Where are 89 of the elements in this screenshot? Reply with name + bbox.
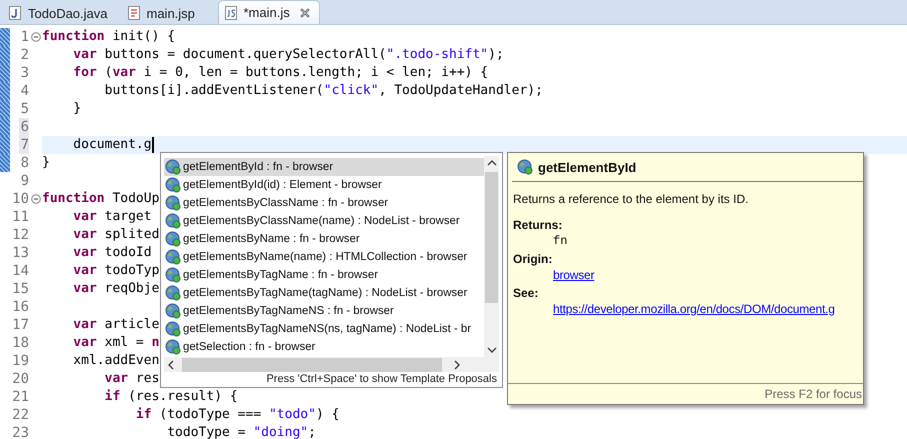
line-number: 18 [11,334,29,352]
link[interactable]: browser [553,268,594,282]
code-line: todoType = "doing"; [166,424,316,439]
type-text: fn [553,233,568,249]
completion-item[interactable]: getElementsByTagName : fn - browser [164,266,484,284]
file-icon [126,5,142,21]
description-text: Returns a reference to the element by its ID. [513,192,750,206]
globe-icon [165,303,181,319]
section-label: Origin: [513,252,554,267]
code-line: if (res.result) { [104,388,238,406]
editor-tab[interactable]: *main.js [218,0,320,24]
line-number: 14 [11,262,29,280]
code-line: if (todoType === "todo") { [134,406,340,424]
code-line: xml.addEven [72,352,160,370]
completion-item[interactable]: getElementsByName(name) : HTMLCollection - browser [164,248,484,266]
globe-icon [165,159,181,175]
hint-text: Press 'Ctrl+Space' to show Template Proposals [265,372,498,387]
collapse-icon[interactable] [30,32,40,42]
line-number: 6 [18,118,29,136]
line-number: 9 [20,172,29,190]
scrollbar-thumb[interactable] [485,172,498,303]
line-number: 12 [11,226,29,244]
line-number: 16 [11,298,29,316]
completion-item[interactable]: getElementsByTagNameNS(ns, tagName) : NodeList - br [164,320,484,338]
horizontal-scrollbar[interactable] [164,357,499,372]
line-number: 3 [20,64,29,82]
editor-tab[interactable]: TodoDao.java [3,2,116,24]
code-line: } [72,100,82,118]
line-number: 20 [11,370,29,388]
code-line: var target [72,208,152,226]
line-number: 11 [11,208,29,226]
java-file-icon [7,5,23,21]
line-number: 15 [11,280,29,298]
globe-icon [165,339,181,355]
code-line: buttons[i].addEventListener("click", TodoUpdateHandler); [104,82,543,100]
code-line: document.g [72,136,152,154]
code-line: for (var i = 0, len = buttons.length; i < len; i++) { [72,64,488,82]
editor-tab[interactable]: main.jsp [122,2,212,24]
globe-icon [165,177,181,193]
completion-item[interactable]: getElementById : fn - browser [164,158,484,176]
vertical-scrollbar[interactable] [484,156,499,357]
line-number: 19 [11,352,29,370]
line-number: 17 [11,316,29,334]
section-label: Returns: [513,218,564,233]
completion-item[interactable]: getElementsByClassName : fn - browser [164,194,484,212]
code-line: var todoId [72,244,152,262]
completion-item[interactable]: getElementsByName : fn - browser [164,230,484,248]
line-number: 10 [11,190,29,208]
section-label: See: [513,286,540,301]
info-title: getElementById [538,160,636,174]
code-line: function init() { [42,28,176,46]
line-number: 7 [18,136,29,154]
globe-icon [165,285,181,301]
line-number: 23 [11,424,29,439]
completion-item[interactable]: getElementsByTagName(tagName) : NodeList - browser [164,284,484,302]
link[interactable]: https://developer.mozilla.org/en/docs/DOM/document.g [553,302,835,316]
globe-icon [165,195,181,211]
line-number: 2 [20,46,29,64]
line-number: 4 [20,82,29,100]
line-number: 22 [11,406,29,424]
code-line: var article [72,316,160,334]
code-line: var buttons = document.querySelectorAll(".todo-shift"); [72,46,504,64]
line-number: 21 [11,388,29,406]
script-file-icon [222,4,238,20]
globe-icon [165,321,181,337]
code-line: var reqObje [72,280,160,298]
completion-item[interactable]: getElementsByClassName(name) : NodeList - browser [164,212,484,230]
code-line: var todoTyp [72,262,160,280]
line-number: 5 [20,100,29,118]
line-number: 13 [11,244,29,262]
completion-item[interactable]: getSelection : fn - browser [164,338,484,356]
code-line: } [42,154,50,172]
code-line: var splited [72,226,160,244]
collapse-icon[interactable] [30,194,40,204]
footer-hint: Press F2 for focus [764,387,862,401]
globe-icon [165,231,181,247]
globe-icon [165,249,181,265]
code-line: var xml = n [72,334,160,352]
scrollbar-thumb[interactable] [182,358,442,372]
globe-icon [517,159,533,175]
code-line: var res [104,370,160,388]
completion-item[interactable]: getElementById(id) : Element - browser [164,176,484,194]
globe-icon [165,267,181,283]
globe-icon [165,213,181,229]
line-number: 8 [20,154,29,172]
code-line: function TodoUp [42,190,160,208]
completion-item[interactable]: getElementsByTagNameNS : fn - browser [164,302,484,320]
line-number: 1 [20,28,29,46]
close-icon[interactable] [298,6,311,18]
